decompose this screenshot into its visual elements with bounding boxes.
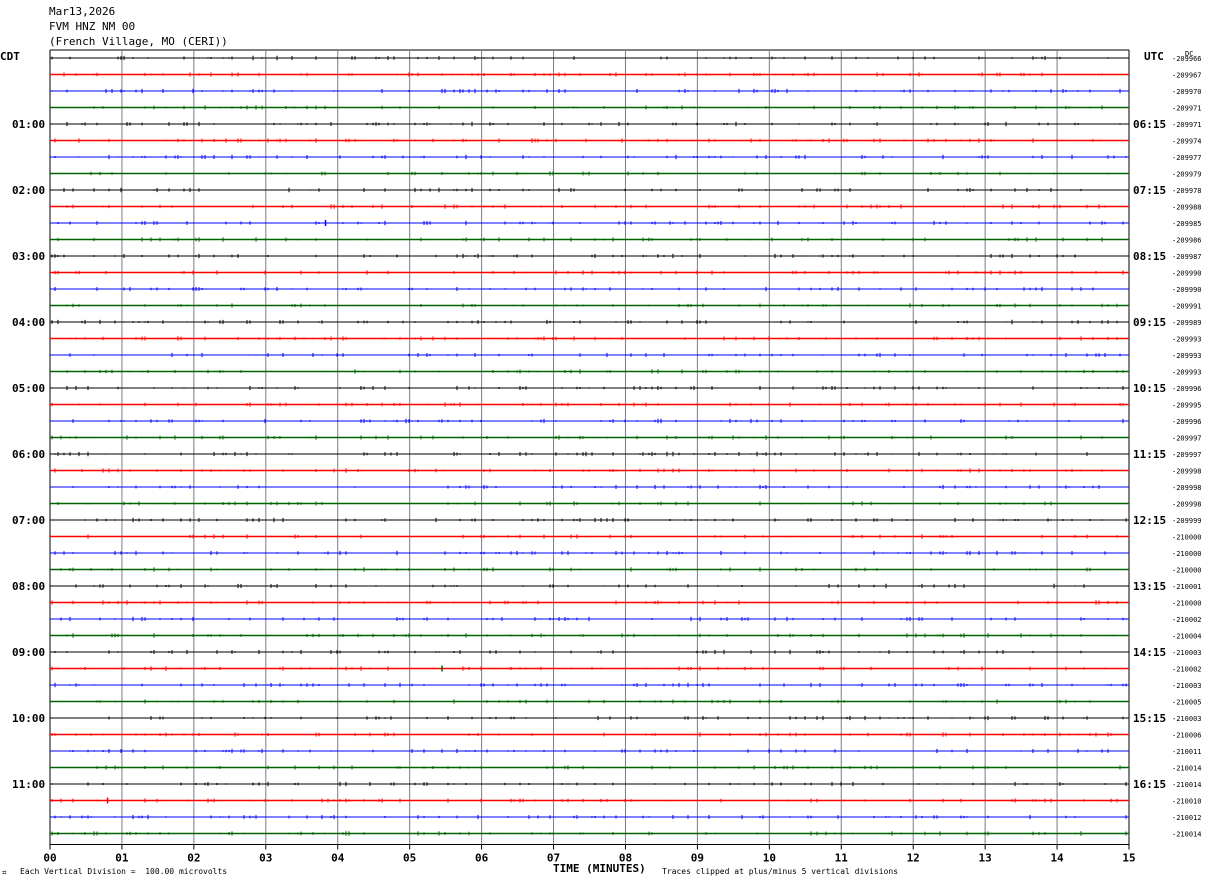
left-hour-label: 01:00 (12, 118, 45, 131)
footer-logo: ⌗ (2, 868, 7, 877)
x-tick-label: 05 (403, 852, 416, 865)
right-timezone-label: UTC (1144, 50, 1164, 63)
x-tick-label: 14 (1050, 852, 1064, 865)
dc-offset-label: -210010 (1172, 798, 1202, 806)
dc-offset-label: -209977 (1172, 154, 1202, 162)
dc-offset-label: -209996 (1172, 385, 1202, 393)
right-hour-label: 15:15 (1133, 712, 1166, 725)
helicorder-plot: CDT UTC DC 00 01 02 03 04 05 06 07 08 09 10 11 12 13 1… (0, 49, 1202, 865)
footer-scale-note: Each Vertical Division = 100.00 microvol… (20, 867, 228, 876)
left-hour-label: 10:00 (12, 712, 45, 725)
dc-offset-label: -209988 (1172, 204, 1202, 212)
left-hour-label: 09:00 (12, 646, 45, 659)
dc-offset-label: -209991 (1172, 303, 1202, 311)
dc-offset-label: -209985 (1172, 220, 1202, 228)
dc-offset-label: -209987 (1172, 253, 1202, 261)
dc-offset-label: -210014 (1172, 831, 1202, 839)
trace-layer (50, 55, 1129, 836)
right-hour-label: 11:15 (1133, 448, 1166, 461)
dc-offset-label: -209995 (1172, 402, 1202, 410)
x-tick-label: 02 (187, 852, 200, 865)
dc-offset-label: -209978 (1172, 187, 1202, 195)
dc-offset-label: -209979 (1172, 171, 1202, 179)
right-hour-label: 12:15 (1133, 514, 1166, 527)
right-hour-label: 13:15 (1133, 580, 1166, 593)
dc-offset-label: -209990 (1172, 270, 1202, 278)
dc-offset-label: -210011 (1172, 748, 1202, 756)
left-hour-label: 05:00 (12, 382, 45, 395)
dc-offset-label: -209989 (1172, 319, 1202, 327)
left-hour-label: 11:00 (12, 778, 45, 791)
dc-offset-label: -210000 (1172, 600, 1202, 608)
dc-offset-label: -209966 (1172, 55, 1202, 63)
dc-offset-label: -209999 (1172, 517, 1202, 525)
dc-offset-label: -210006 (1172, 732, 1202, 740)
x-tick-label: 13 (979, 852, 992, 865)
x-tick-label: 04 (331, 852, 345, 865)
x-tick-label: 01 (115, 852, 129, 865)
dc-offset-label: -209998 (1172, 501, 1202, 509)
dc-offset-label: -210012 (1172, 814, 1202, 822)
dc-offset-label: -209971 (1172, 121, 1202, 129)
left-hour-label: 08:00 (12, 580, 45, 593)
dc-offset-label: -210000 (1172, 550, 1202, 558)
footer-clip-note: Traces clipped at plus/minus 5 vertical … (662, 867, 899, 876)
dc-offset-label: -210005 (1172, 699, 1202, 707)
dc-offset-label: -210003 (1172, 682, 1202, 690)
left-hour-label: 02:00 (12, 184, 45, 197)
dc-offset-label: -209997 (1172, 435, 1202, 443)
dc-offset-label: -210002 (1172, 666, 1202, 674)
dc-offset-label: -210001 (1172, 583, 1202, 591)
dc-offset-label: -209993 (1172, 352, 1202, 360)
dc-offset-label: -209993 (1172, 369, 1202, 377)
dc-offset-label: -209974 (1172, 138, 1202, 146)
dc-offset-label: -209997 (1172, 451, 1202, 459)
x-tick-label: 12 (907, 852, 920, 865)
right-hour-label: 07:15 (1133, 184, 1166, 197)
dc-offset-label: -209996 (1172, 418, 1202, 426)
dc-offset-label: -209986 (1172, 237, 1202, 245)
dc-offset-label: -209998 (1172, 484, 1202, 492)
x-tick-label: 10 (763, 852, 776, 865)
left-hour-label: 06:00 (12, 448, 45, 461)
dc-offset-label: -210000 (1172, 567, 1202, 575)
x-tick-label: 11 (835, 852, 849, 865)
x-axis-title: TIME (MINUTES) (553, 862, 646, 875)
left-hour-label: 04:00 (12, 316, 45, 329)
minute-grid (49, 49, 1130, 850)
dc-offset-label: -210014 (1172, 765, 1202, 773)
dc-offset-label: -210003 (1172, 649, 1202, 657)
label-layer: CDT UTC DC 00 01 02 03 04 05 06 07 08 09 10 11 12 13 1… (0, 50, 1202, 865)
right-hour-label: 09:15 (1133, 316, 1166, 329)
dc-offset-label: -210004 (1172, 633, 1202, 641)
left-timezone-label: CDT (0, 50, 20, 63)
x-tick-label: 03 (259, 852, 272, 865)
left-hour-label: 03:00 (12, 250, 45, 263)
x-tick-label: 00 (43, 852, 56, 865)
dc-offset-label: -210002 (1172, 616, 1202, 624)
x-tick-label: 06 (475, 852, 489, 865)
dc-offset-label: -209990 (1172, 286, 1202, 294)
dc-offset-label: -210003 (1172, 715, 1202, 723)
right-hour-label: 14:15 (1133, 646, 1166, 659)
dc-offset-label: -209970 (1172, 88, 1202, 96)
dc-offset-label: -210014 (1172, 781, 1202, 789)
dc-offset-label: -209967 (1172, 72, 1202, 80)
right-hour-label: 06:15 (1133, 118, 1166, 131)
dc-offset-label: -210000 (1172, 534, 1202, 542)
dc-offset-label: -209998 (1172, 468, 1202, 476)
x-tick-label: 15 (1122, 852, 1135, 865)
dc-offset-label: -209971 (1172, 105, 1202, 113)
left-hour-label: 07:00 (12, 514, 45, 527)
right-hour-label: 16:15 (1133, 778, 1166, 791)
dc-offset-label: -209993 (1172, 336, 1202, 344)
right-hour-label: 08:15 (1133, 250, 1166, 263)
x-tick-label: 09 (691, 852, 704, 865)
right-hour-label: 10:15 (1133, 382, 1166, 395)
